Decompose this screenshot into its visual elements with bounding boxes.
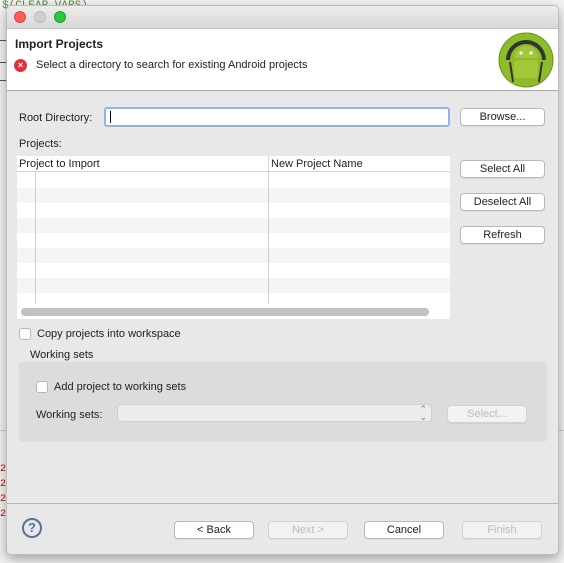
copy-projects-checkbox[interactable] xyxy=(19,328,31,340)
table-row xyxy=(17,248,450,263)
working-sets-group xyxy=(19,362,547,442)
cancel-button[interactable]: Cancel xyxy=(364,521,444,539)
android-logo-icon xyxy=(498,32,554,88)
footer-divider xyxy=(7,503,558,504)
editor-mark: 2 xyxy=(0,464,7,475)
close-window-button[interactable] xyxy=(14,11,26,23)
text-caret xyxy=(110,111,111,123)
table-row xyxy=(17,293,450,308)
table-header: Project to Import New Project Name xyxy=(17,156,450,172)
root-directory-label: Root Directory: xyxy=(19,112,93,124)
working-sets-group-label: Working sets xyxy=(30,349,94,361)
working-sets-select[interactable]: ⌃ ⌄ xyxy=(117,404,432,422)
editor-mark: 2 xyxy=(0,509,7,520)
column-new-project-name[interactable]: New Project Name xyxy=(271,158,363,170)
finish-button[interactable]: Finish xyxy=(462,521,542,539)
browse-button[interactable]: Browse... xyxy=(460,108,545,126)
horizontal-scrollbar[interactable] xyxy=(21,308,429,316)
updown-chevron-icon: ⌃ ⌄ xyxy=(419,404,427,422)
select-all-button[interactable]: Select All xyxy=(460,160,545,178)
root-directory-input[interactable] xyxy=(104,107,450,127)
working-sets-label: Working sets: xyxy=(36,409,103,421)
copy-projects-label: Copy projects into workspace xyxy=(37,328,181,340)
dialog-title: Import Projects xyxy=(15,37,104,51)
working-sets-select-button[interactable]: Select... xyxy=(447,405,527,423)
deselect-all-button[interactable]: Deselect All xyxy=(460,193,545,211)
import-projects-dialog: Import Projects × Select a directory to … xyxy=(6,5,559,555)
title-bar xyxy=(7,6,558,29)
table-row xyxy=(17,218,450,233)
add-to-working-sets-label: Add project to working sets xyxy=(54,381,187,393)
help-icon[interactable]: ? xyxy=(22,518,42,538)
zoom-window-button[interactable] xyxy=(54,11,66,23)
error-icon: × xyxy=(14,59,27,72)
table-row xyxy=(17,233,450,248)
editor-mark: 2 xyxy=(0,494,7,505)
next-button[interactable]: Next > xyxy=(268,521,348,539)
column-divider xyxy=(35,172,36,304)
table-row xyxy=(17,278,450,293)
editor-mark: 2 xyxy=(0,479,7,490)
refresh-button[interactable]: Refresh xyxy=(460,226,545,244)
projects-table[interactable]: Project to Import New Project Name xyxy=(17,156,450,319)
minimize-window-button[interactable] xyxy=(34,11,46,23)
column-project-to-import[interactable]: Project to Import xyxy=(19,158,100,170)
table-row xyxy=(17,203,450,218)
table-row xyxy=(17,173,450,188)
projects-label: Projects: xyxy=(19,138,62,150)
table-row xyxy=(17,188,450,203)
dialog-header: Import Projects × Select a directory to … xyxy=(7,29,558,91)
table-row xyxy=(17,263,450,278)
add-to-working-sets-checkbox[interactable] xyxy=(36,381,48,393)
status-message: Select a directory to search for existin… xyxy=(36,59,308,71)
column-divider xyxy=(268,172,269,304)
back-button[interactable]: < Back xyxy=(174,521,254,539)
